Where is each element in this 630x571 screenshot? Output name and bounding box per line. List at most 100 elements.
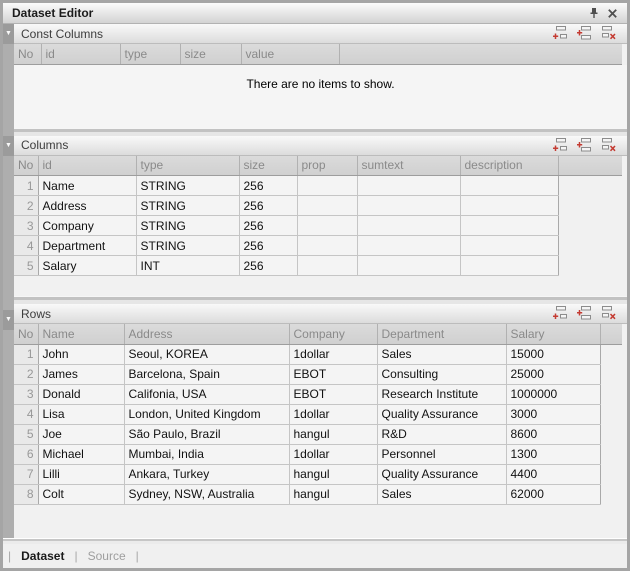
table-cell[interactable]: Consulting <box>377 364 506 384</box>
table-cell[interactable]: STRING <box>136 236 239 256</box>
column-header[interactable]: type <box>136 156 239 176</box>
row-number-cell[interactable]: 4 <box>14 404 38 424</box>
row-number-cell[interactable]: 6 <box>14 444 38 464</box>
table-cell[interactable] <box>297 256 357 276</box>
delete-row-button[interactable] <box>600 138 617 153</box>
table-cell[interactable]: 256 <box>239 216 297 236</box>
column-header[interactable]: Department <box>377 324 506 344</box>
table-cell[interactable]: Research Institute <box>377 384 506 404</box>
table-cell[interactable]: Address <box>38 196 136 216</box>
row-number-cell[interactable]: 7 <box>14 464 38 484</box>
column-header[interactable]: id <box>41 44 120 64</box>
tab-source[interactable]: Source <box>78 549 136 563</box>
column-header[interactable]: Salary <box>506 324 600 344</box>
table-cell[interactable]: hangul <box>289 484 377 504</box>
row-number-cell[interactable]: 3 <box>14 384 38 404</box>
table-cell[interactable] <box>297 196 357 216</box>
table-cell[interactable] <box>357 196 460 216</box>
collapse-columns-button[interactable]: ▼ <box>3 136 14 156</box>
table-cell[interactable]: Company <box>38 216 136 236</box>
table-cell[interactable]: Lilli <box>38 464 124 484</box>
add-row-button[interactable] <box>552 138 569 153</box>
table-cell[interactable]: Joe <box>38 424 124 444</box>
row-number-cell[interactable]: 5 <box>14 424 38 444</box>
column-header[interactable]: prop <box>297 156 357 176</box>
table-cell[interactable] <box>460 216 558 236</box>
add-row-button[interactable] <box>552 26 569 41</box>
table-cell[interactable]: 1dollar <box>289 344 377 364</box>
table-cell[interactable]: Name <box>38 176 136 196</box>
table-cell[interactable]: 25000 <box>506 364 600 384</box>
table-cell[interactable]: Lisa <box>38 404 124 424</box>
table-cell[interactable]: Sales <box>377 484 506 504</box>
column-header[interactable]: size <box>239 156 297 176</box>
column-header[interactable]: description <box>460 156 558 176</box>
table-cell[interactable]: Califonia, USA <box>124 384 289 404</box>
table-cell[interactable] <box>460 256 558 276</box>
table-cell[interactable]: hangul <box>289 464 377 484</box>
table-cell[interactable]: 256 <box>239 196 297 216</box>
table-cell[interactable]: STRING <box>136 196 239 216</box>
column-header[interactable]: Name <box>38 324 124 344</box>
table-cell[interactable]: London, United Kingdom <box>124 404 289 424</box>
table-cell[interactable] <box>460 196 558 216</box>
column-header[interactable]: No <box>14 156 38 176</box>
table-cell[interactable]: hangul <box>289 424 377 444</box>
table-cell[interactable]: Personnel <box>377 444 506 464</box>
table-cell[interactable]: Salary <box>38 256 136 276</box>
row-number-cell[interactable]: 2 <box>14 364 38 384</box>
table-cell[interactable]: Michael <box>38 444 124 464</box>
table-cell[interactable] <box>357 216 460 236</box>
tab-dataset[interactable]: Dataset <box>11 549 74 563</box>
row-number-cell[interactable]: 1 <box>14 176 38 196</box>
table-cell[interactable]: Barcelona, Spain <box>124 364 289 384</box>
table-cell[interactable]: STRING <box>136 216 239 236</box>
insert-row-button[interactable] <box>576 138 593 153</box>
insert-row-button[interactable] <box>576 26 593 41</box>
row-number-cell[interactable]: 1 <box>14 344 38 364</box>
table-cell[interactable] <box>460 236 558 256</box>
table-cell[interactable]: 8600 <box>506 424 600 444</box>
table-cell[interactable]: 1dollar <box>289 404 377 424</box>
table-cell[interactable]: 256 <box>239 176 297 196</box>
table-cell[interactable]: James <box>38 364 124 384</box>
row-number-cell[interactable]: 8 <box>14 484 38 504</box>
table-cell[interactable]: 62000 <box>506 484 600 504</box>
table-cell[interactable] <box>297 236 357 256</box>
table-cell[interactable]: John <box>38 344 124 364</box>
row-number-cell[interactable]: 2 <box>14 196 38 216</box>
table-cell[interactable]: EBOT <box>289 384 377 404</box>
insert-row-button[interactable] <box>576 306 593 321</box>
table-cell[interactable] <box>357 176 460 196</box>
table-cell[interactable]: 15000 <box>506 344 600 364</box>
collapse-rows-button[interactable]: ▼ <box>3 310 14 330</box>
delete-row-button[interactable] <box>600 26 617 41</box>
table-cell[interactable]: Seoul, KOREA <box>124 344 289 364</box>
column-header[interactable]: value <box>241 44 339 64</box>
row-number-cell[interactable]: 4 <box>14 236 38 256</box>
table-cell[interactable]: Sydney, NSW, Australia <box>124 484 289 504</box>
table-cell[interactable]: Quality Assurance <box>377 464 506 484</box>
table-cell[interactable]: Donald <box>38 384 124 404</box>
table-cell[interactable]: 1000000 <box>506 384 600 404</box>
column-header[interactable]: Address <box>124 324 289 344</box>
add-row-button[interactable] <box>552 306 569 321</box>
table-cell[interactable] <box>297 216 357 236</box>
collapse-const-columns-button[interactable]: ▼ <box>3 24 14 44</box>
table-cell[interactable] <box>297 176 357 196</box>
row-number-cell[interactable]: 5 <box>14 256 38 276</box>
pin-button[interactable] <box>585 5 603 21</box>
table-cell[interactable] <box>357 236 460 256</box>
column-header[interactable]: Company <box>289 324 377 344</box>
delete-row-button[interactable] <box>600 306 617 321</box>
table-cell[interactable]: 3000 <box>506 404 600 424</box>
table-cell[interactable]: 4400 <box>506 464 600 484</box>
table-cell[interactable]: Quality Assurance <box>377 404 506 424</box>
table-cell[interactable]: Colt <box>38 484 124 504</box>
table-cell[interactable]: Ankara, Turkey <box>124 464 289 484</box>
table-cell[interactable]: Department <box>38 236 136 256</box>
column-header[interactable]: type <box>120 44 180 64</box>
table-cell[interactable]: 256 <box>239 256 297 276</box>
table-cell[interactable]: R&D <box>377 424 506 444</box>
table-cell[interactable]: 256 <box>239 236 297 256</box>
